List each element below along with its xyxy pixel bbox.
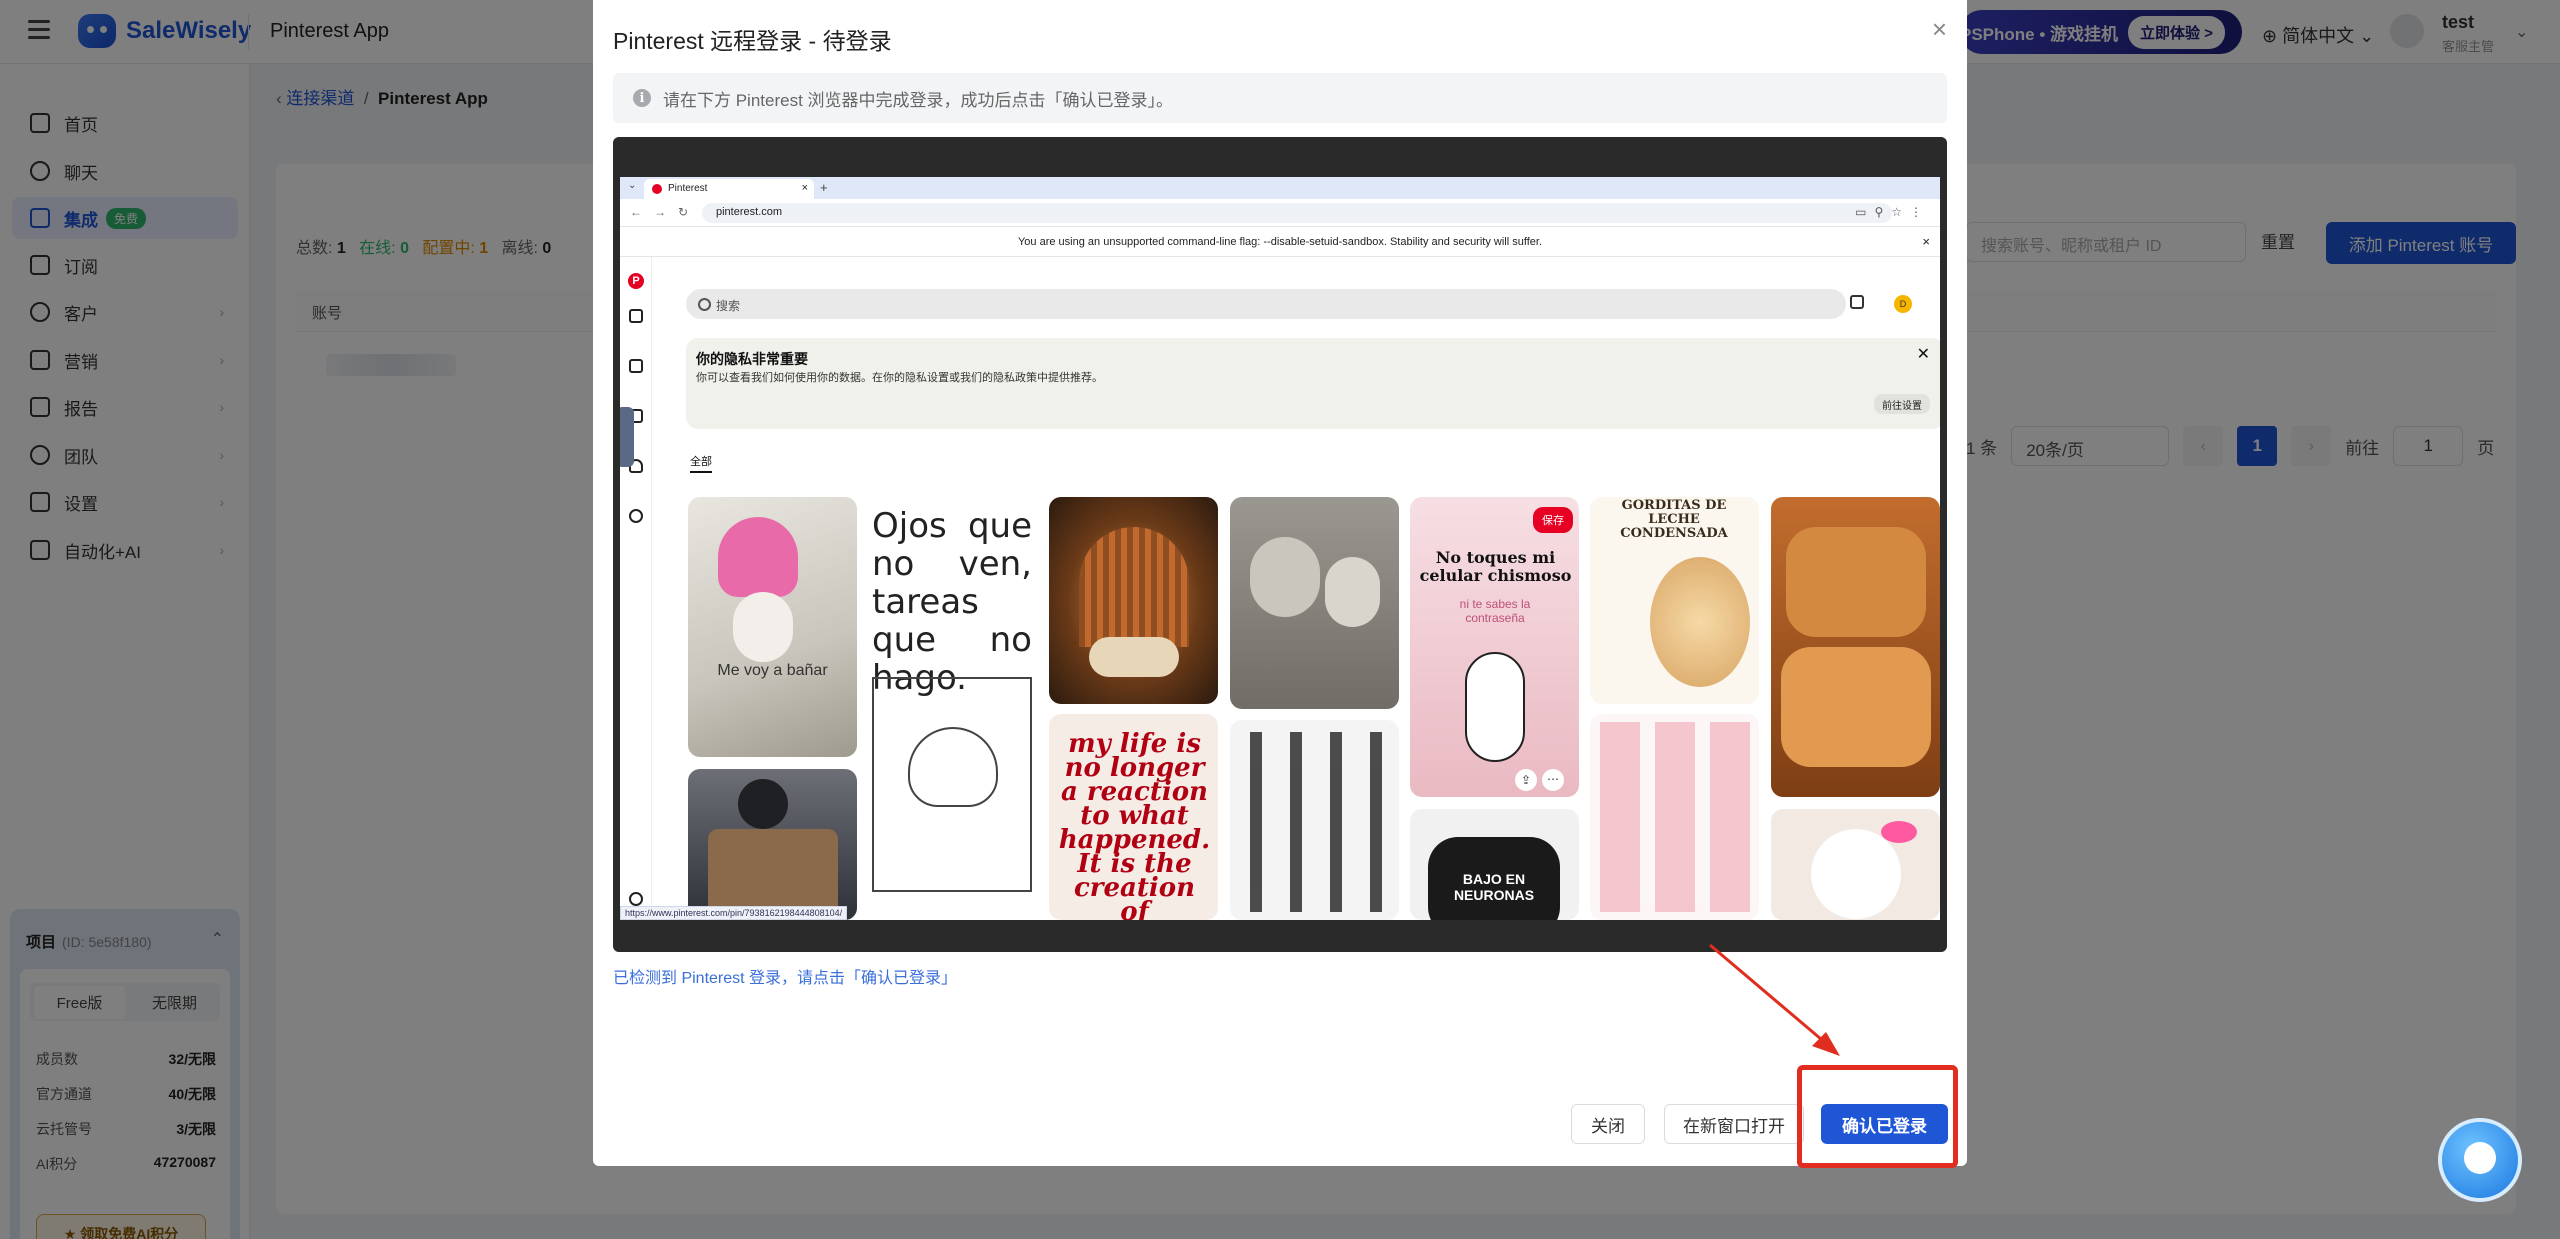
browser-tab-strip: ⌄ Pinterest × + bbox=[620, 177, 1940, 199]
messages-icon[interactable] bbox=[629, 509, 643, 523]
tab-all[interactable]: 全部 bbox=[690, 453, 712, 473]
pin-image bbox=[1325, 557, 1380, 627]
pin-image bbox=[733, 592, 793, 662]
info-icon: i bbox=[633, 89, 651, 107]
pin-card[interactable]: my life is no longer a reaction to what … bbox=[1049, 714, 1218, 920]
pin-image bbox=[1786, 527, 1926, 637]
warning-text: You are using an unsupported command-lin… bbox=[1017, 236, 1542, 248]
new-tab-icon[interactable]: + bbox=[820, 180, 828, 195]
close-button[interactable]: 关闭 bbox=[1571, 1104, 1645, 1144]
pin-caption: Ojos que no ven, tareas que no hago. bbox=[872, 506, 1032, 698]
pin-image bbox=[1250, 537, 1320, 617]
pin-caption: my life is no longer a reaction to what … bbox=[1058, 729, 1211, 920]
camera-search-icon[interactable] bbox=[1850, 295, 1864, 309]
login-detected-text: 已检测到 Pinterest 登录，请点击「确认已登录」 bbox=[613, 970, 958, 987]
pin-image bbox=[738, 779, 788, 829]
pin-image bbox=[1089, 637, 1179, 677]
close-tab-icon[interactable]: × bbox=[802, 182, 808, 194]
pin-card[interactable]: Ojos que no ven, tareas que no hago. bbox=[868, 497, 1037, 920]
pinterest-logo-icon[interactable]: P bbox=[628, 273, 644, 289]
open-in-new-window-button[interactable]: 在新窗口打开 bbox=[1664, 1104, 1804, 1144]
drag-handle[interactable] bbox=[620, 407, 634, 467]
pin-card[interactable]: BAJO EN NEURONAS bbox=[1410, 809, 1579, 920]
pin-card[interactable] bbox=[1590, 714, 1759, 920]
pin-image bbox=[1781, 647, 1931, 767]
support-agent-icon[interactable] bbox=[2438, 1118, 2522, 1202]
highlight-annotation bbox=[1797, 1065, 1958, 1168]
browser-actions-icon[interactable]: ▭⚲☆⋮ bbox=[1855, 205, 1930, 219]
remote-browser[interactable]: ⌄ Pinterest × + ←→↻ pinterest.com ▭⚲☆⋮ Yo… bbox=[620, 177, 1940, 920]
privacy-text: 你可以查看我们如何使用你的数据。在你的隐私设置或我们的隐私政策中提供推荐。 bbox=[696, 372, 1103, 384]
pin-caption: Me voy a bañar bbox=[717, 662, 828, 679]
close-icon[interactable]: × bbox=[1922, 234, 1930, 249]
avatar[interactable]: D bbox=[1894, 295, 1912, 313]
share-icon[interactable]: ⇪ bbox=[1515, 769, 1537, 791]
pin-caption: BAJO EN NEURONAS bbox=[1453, 871, 1535, 903]
pin-subcaption: ni te sabes la contraseña bbox=[1459, 597, 1531, 625]
dialog-title: Pinterest 远程登录 - 待登录 bbox=[613, 28, 892, 54]
explore-icon[interactable] bbox=[629, 359, 643, 373]
pin-card[interactable] bbox=[688, 769, 857, 920]
pin-card[interactable]: GORDITAS DE LECHE CONDENSADA bbox=[1590, 497, 1759, 704]
status-url: https://www.pinterest.com/pin/7938162198… bbox=[620, 906, 848, 920]
pin-image bbox=[908, 727, 998, 807]
pin-card[interactable] bbox=[1771, 809, 1940, 920]
pin-card[interactable] bbox=[1230, 497, 1399, 709]
browser-toolbar: ←→↻ pinterest.com ▭⚲☆⋮ bbox=[620, 199, 1940, 227]
pin-image bbox=[1881, 821, 1917, 843]
remote-browser-frame[interactable]: ⌄ Pinterest × + ←→↻ pinterest.com ▭⚲☆⋮ Yo… bbox=[613, 137, 1947, 952]
tab-title: Pinterest bbox=[668, 183, 708, 194]
browser-tab[interactable]: Pinterest × bbox=[644, 179, 814, 199]
more-icon[interactable]: ⋯ bbox=[1542, 769, 1564, 791]
pinterest-search-input[interactable]: 搜索 bbox=[686, 289, 1846, 319]
pin-card[interactable] bbox=[1230, 720, 1399, 920]
pin-image bbox=[1811, 829, 1901, 919]
pin-card[interactable] bbox=[1771, 497, 1940, 797]
close-icon[interactable]: × bbox=[1932, 14, 1947, 44]
go-to-settings-button[interactable]: 前往设置 bbox=[1874, 394, 1930, 414]
info-text: 请在下方 Pinterest 浏览器中完成登录，成功后点击「确认已登录」。 bbox=[663, 90, 1174, 110]
privacy-notice: 你的隐私非常重要 你可以查看我们如何使用你的数据。在你的隐私设置或我们的隐私政策… bbox=[686, 338, 1940, 429]
remote-login-dialog: Pinterest 远程登录 - 待登录 × i 请在下方 Pinterest … bbox=[593, 0, 1967, 1166]
pin-image bbox=[1650, 557, 1750, 687]
pin-caption: No toques mi celular chismoso bbox=[1419, 548, 1572, 585]
address-bar[interactable]: pinterest.com bbox=[702, 203, 1892, 223]
gear-icon[interactable] bbox=[629, 892, 643, 906]
pinterest-sidebar: P bbox=[620, 257, 652, 920]
warning-infobar: You are using an unsupported command-lin… bbox=[620, 227, 1940, 257]
home-icon[interactable] bbox=[629, 309, 643, 323]
nav-arrows-icon[interactable]: ←→↻ bbox=[630, 205, 700, 219]
pin-card[interactable]: 保存 No toques mi celular chismoso ni te s… bbox=[1410, 497, 1579, 797]
pin-image bbox=[1236, 732, 1393, 912]
pin-image bbox=[1079, 527, 1189, 647]
pin-caption: GORDITAS DE LECHE CONDENSADA bbox=[1620, 498, 1728, 541]
pin-image bbox=[718, 517, 798, 597]
pin-image bbox=[1465, 652, 1525, 762]
info-alert: i 请在下方 Pinterest 浏览器中完成登录，成功后点击「确认已登录」。 bbox=[613, 73, 1947, 123]
privacy-title: 你的隐私非常重要 bbox=[696, 351, 808, 367]
pin-card[interactable]: Me voy a bañar bbox=[688, 497, 857, 757]
pin-image bbox=[1600, 722, 1750, 912]
save-button[interactable]: 保存 bbox=[1533, 507, 1573, 533]
close-icon[interactable]: ✕ bbox=[1917, 344, 1930, 364]
tab-list-icon[interactable]: ⌄ bbox=[628, 180, 636, 191]
pin-card[interactable] bbox=[1049, 497, 1218, 704]
